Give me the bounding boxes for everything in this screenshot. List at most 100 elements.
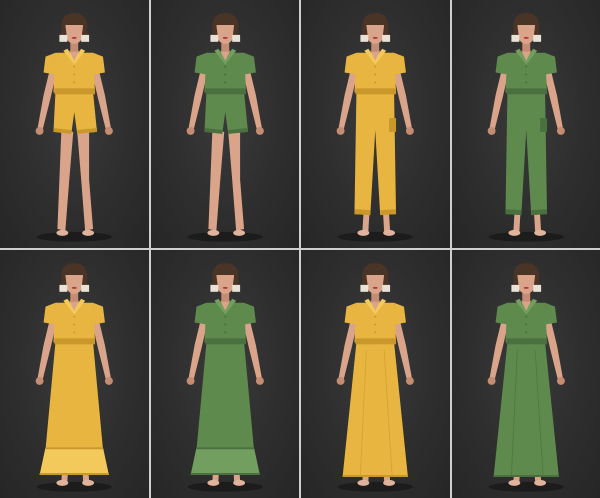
floor-shadow [337,481,413,492]
left-sleeve [495,52,507,75]
right-sleeve [544,52,557,75]
left-shoe [357,479,370,486]
waistband [204,338,246,345]
button [374,323,377,326]
neck [220,292,229,302]
waistband [355,88,397,95]
hair-tip-left [510,34,519,42]
lips [523,286,529,289]
figure-green-tiered-maxi-dress [186,263,264,492]
hair-tip-left [510,284,519,292]
outfit-grid [0,0,600,498]
button [73,331,76,334]
neck [70,42,79,52]
right-sleeve [93,302,105,325]
button [73,81,76,84]
dress-tier [190,447,260,475]
outfit-panel-green-shorts-jumpsuit [150,0,299,248]
trousers [504,92,547,216]
hair-tip-left [360,284,369,292]
button [223,323,226,326]
figure-green-shorts-jumpsuit [186,13,264,242]
button [223,315,226,318]
floor-shadow [187,231,263,242]
hair-tip-right [231,284,240,292]
right-hand [556,126,565,135]
button [73,323,76,326]
button [73,73,76,76]
button [524,323,527,326]
waistband [505,88,547,95]
figure-green-long-jumpsuit [487,13,565,242]
left-shoe [507,479,520,486]
hair-tip-left [59,284,68,292]
left-shoe [56,229,69,236]
neck [521,292,530,302]
left-sleeve [43,52,56,75]
button [223,81,226,84]
button [223,65,226,68]
left-hand [487,376,496,385]
right-hand [405,376,414,385]
neck [220,42,229,52]
waistband [355,338,397,345]
trouser-hem-right [380,209,397,216]
button [73,315,76,318]
trouser-hem-right [530,209,547,216]
floor-shadow [488,481,564,492]
right-shoe [232,229,245,236]
left-shoe [56,479,69,486]
right-sleeve [93,52,105,75]
right-hand [255,376,264,385]
left-hand [186,126,195,135]
floor-shadow [488,231,564,242]
figure-yellow-maxi-dress [336,263,414,492]
lips [222,36,228,39]
figure-yellow-shorts-jumpsuit [35,13,113,242]
trousers [354,92,397,216]
floor-shadow [337,231,413,242]
lips [523,36,529,39]
right-hand [556,376,565,385]
right-shoe [533,479,546,486]
left-shoe [206,479,219,486]
neck [371,42,380,52]
left-sleeve [194,52,206,75]
left-shoe [357,229,370,236]
waistband [54,88,96,95]
left-sleeve [194,302,206,325]
outfit-panel-yellow-shorts-jumpsuit [0,0,149,248]
left-leg [57,129,74,231]
hair-tip-right [382,284,391,292]
left-hand [336,126,345,135]
neck [521,42,530,52]
lips [71,36,77,39]
dress-skirt [342,342,408,477]
button [524,73,527,76]
floor-shadow [36,481,112,492]
left-hand [186,376,195,385]
hair-tip-right [382,34,391,42]
right-sleeve [394,52,406,75]
floor-shadow [36,231,112,242]
hair-tip-right [81,34,90,42]
right-sleeve [394,302,406,325]
figure-green-maxi-dress [487,263,565,492]
neck [371,292,380,302]
outfit-panel-green-long-jumpsuit [451,0,600,248]
button [223,73,226,76]
left-hand [35,376,44,385]
left-sleeve [495,302,507,325]
button [374,65,377,68]
waistband [505,338,547,345]
left-sleeve [344,52,357,75]
left-shoe [507,229,520,236]
dress-skirt [196,342,254,450]
dress-skirt [45,342,103,450]
lips [372,36,378,39]
outfit-panel-yellow-long-jumpsuit [301,0,450,248]
right-shoe [82,479,95,486]
figure-yellow-tiered-maxi-dress [35,263,113,492]
hair-tip-left [209,34,218,42]
lips [222,286,228,289]
